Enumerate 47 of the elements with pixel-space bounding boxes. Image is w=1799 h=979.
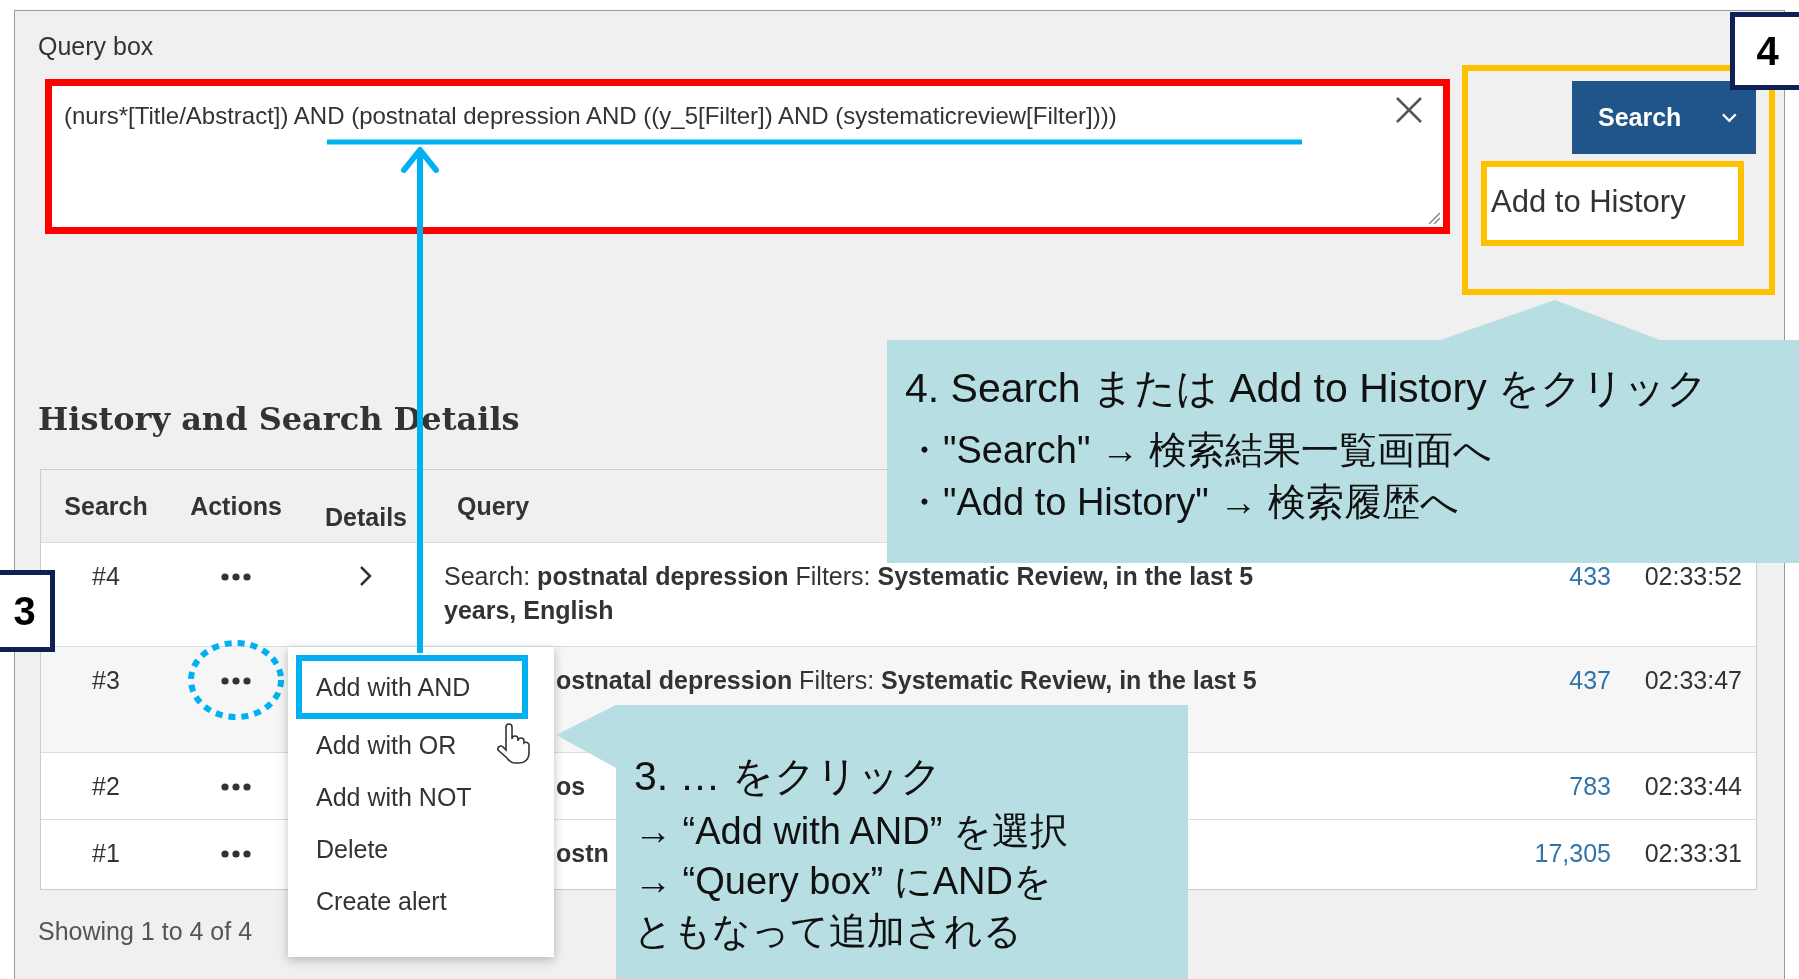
- table-cell-text: #2: [91, 771, 121, 802]
- showing-count-text: Showing 1 to 4 of 4: [38, 916, 253, 947]
- query-text: os: [556, 772, 586, 800]
- step-badge: 3: [0, 570, 55, 652]
- menu-item[interactable]: Add to History: [1487, 167, 1738, 237]
- search-button[interactable]: Search: [1572, 81, 1756, 154]
- more-icon[interactable]: [221, 573, 251, 581]
- result-count-link[interactable]: 437: [1569, 666, 1611, 694]
- callout-text: → “Add with AND” を選択: [634, 809, 1069, 854]
- chevron-down-icon: [1721, 111, 1738, 124]
- callout-text: ・"Search" → 検索結果一覧画面へ: [905, 428, 1494, 473]
- more-icon[interactable]: [221, 677, 251, 685]
- resize-grip-icon[interactable]: [1427, 211, 1441, 225]
- column-header: Actions: [189, 491, 283, 521]
- menu-item[interactable]: Delete: [296, 823, 528, 875]
- time-text: 02:33:52: [1644, 562, 1742, 590]
- query-text: ostnatal depression Filters: Systematic Review, in the last 5: [556, 666, 1257, 694]
- result-count-link[interactable]: 433: [1569, 562, 1611, 590]
- chevron-right-icon[interactable]: [359, 565, 373, 587]
- callout-title: 3. … をクリック: [634, 752, 943, 801]
- time-text: 02:33:44: [1644, 772, 1742, 800]
- menu-item[interactable]: Create alert: [296, 875, 528, 927]
- close-icon[interactable]: [1395, 96, 1423, 124]
- callout-text: → “Query box” にANDを: [634, 859, 1053, 904]
- menu-item[interactable]: Add with AND: [296, 655, 528, 719]
- column-header: Query: [456, 491, 531, 521]
- query-field[interactable]: (nurs*[Title/Abstract]) AND (postnatal depression AND ((y_5[Filter]) AND (systematicreview[Filter]))): [45, 79, 1450, 234]
- column-header: Search: [63, 491, 149, 521]
- query-box-label: Query box: [38, 31, 154, 61]
- time-text: 02:33:31: [1644, 839, 1742, 867]
- result-count-link[interactable]: 783: [1569, 772, 1611, 800]
- step-badge: 4: [1730, 12, 1799, 90]
- callout-text: ・"Add to History" → 検索履歴へ: [905, 480, 1460, 525]
- table-cell-text: #1: [91, 838, 121, 869]
- callout-text: ともなって追加される: [634, 909, 1023, 954]
- query-text: Search: postnatal depression Filters: Systematic Review, in the last 5 years, English: [444, 562, 1254, 624]
- result-count-link[interactable]: 17,305: [1534, 839, 1611, 867]
- more-icon[interactable]: [221, 850, 251, 858]
- callout-title: 4. Search または Add to History をクリック: [905, 364, 1710, 413]
- table-cell-text: #3: [91, 665, 121, 696]
- more-icon[interactable]: [221, 783, 251, 791]
- column-header: Details: [324, 501, 408, 532]
- hand-cursor-icon: [496, 722, 530, 764]
- menu-item[interactable]: Add with NOT: [296, 771, 528, 823]
- time-text: 02:33:47: [1644, 666, 1742, 694]
- query-text: ostn: [556, 839, 609, 867]
- table-cell-text: #4: [91, 561, 121, 592]
